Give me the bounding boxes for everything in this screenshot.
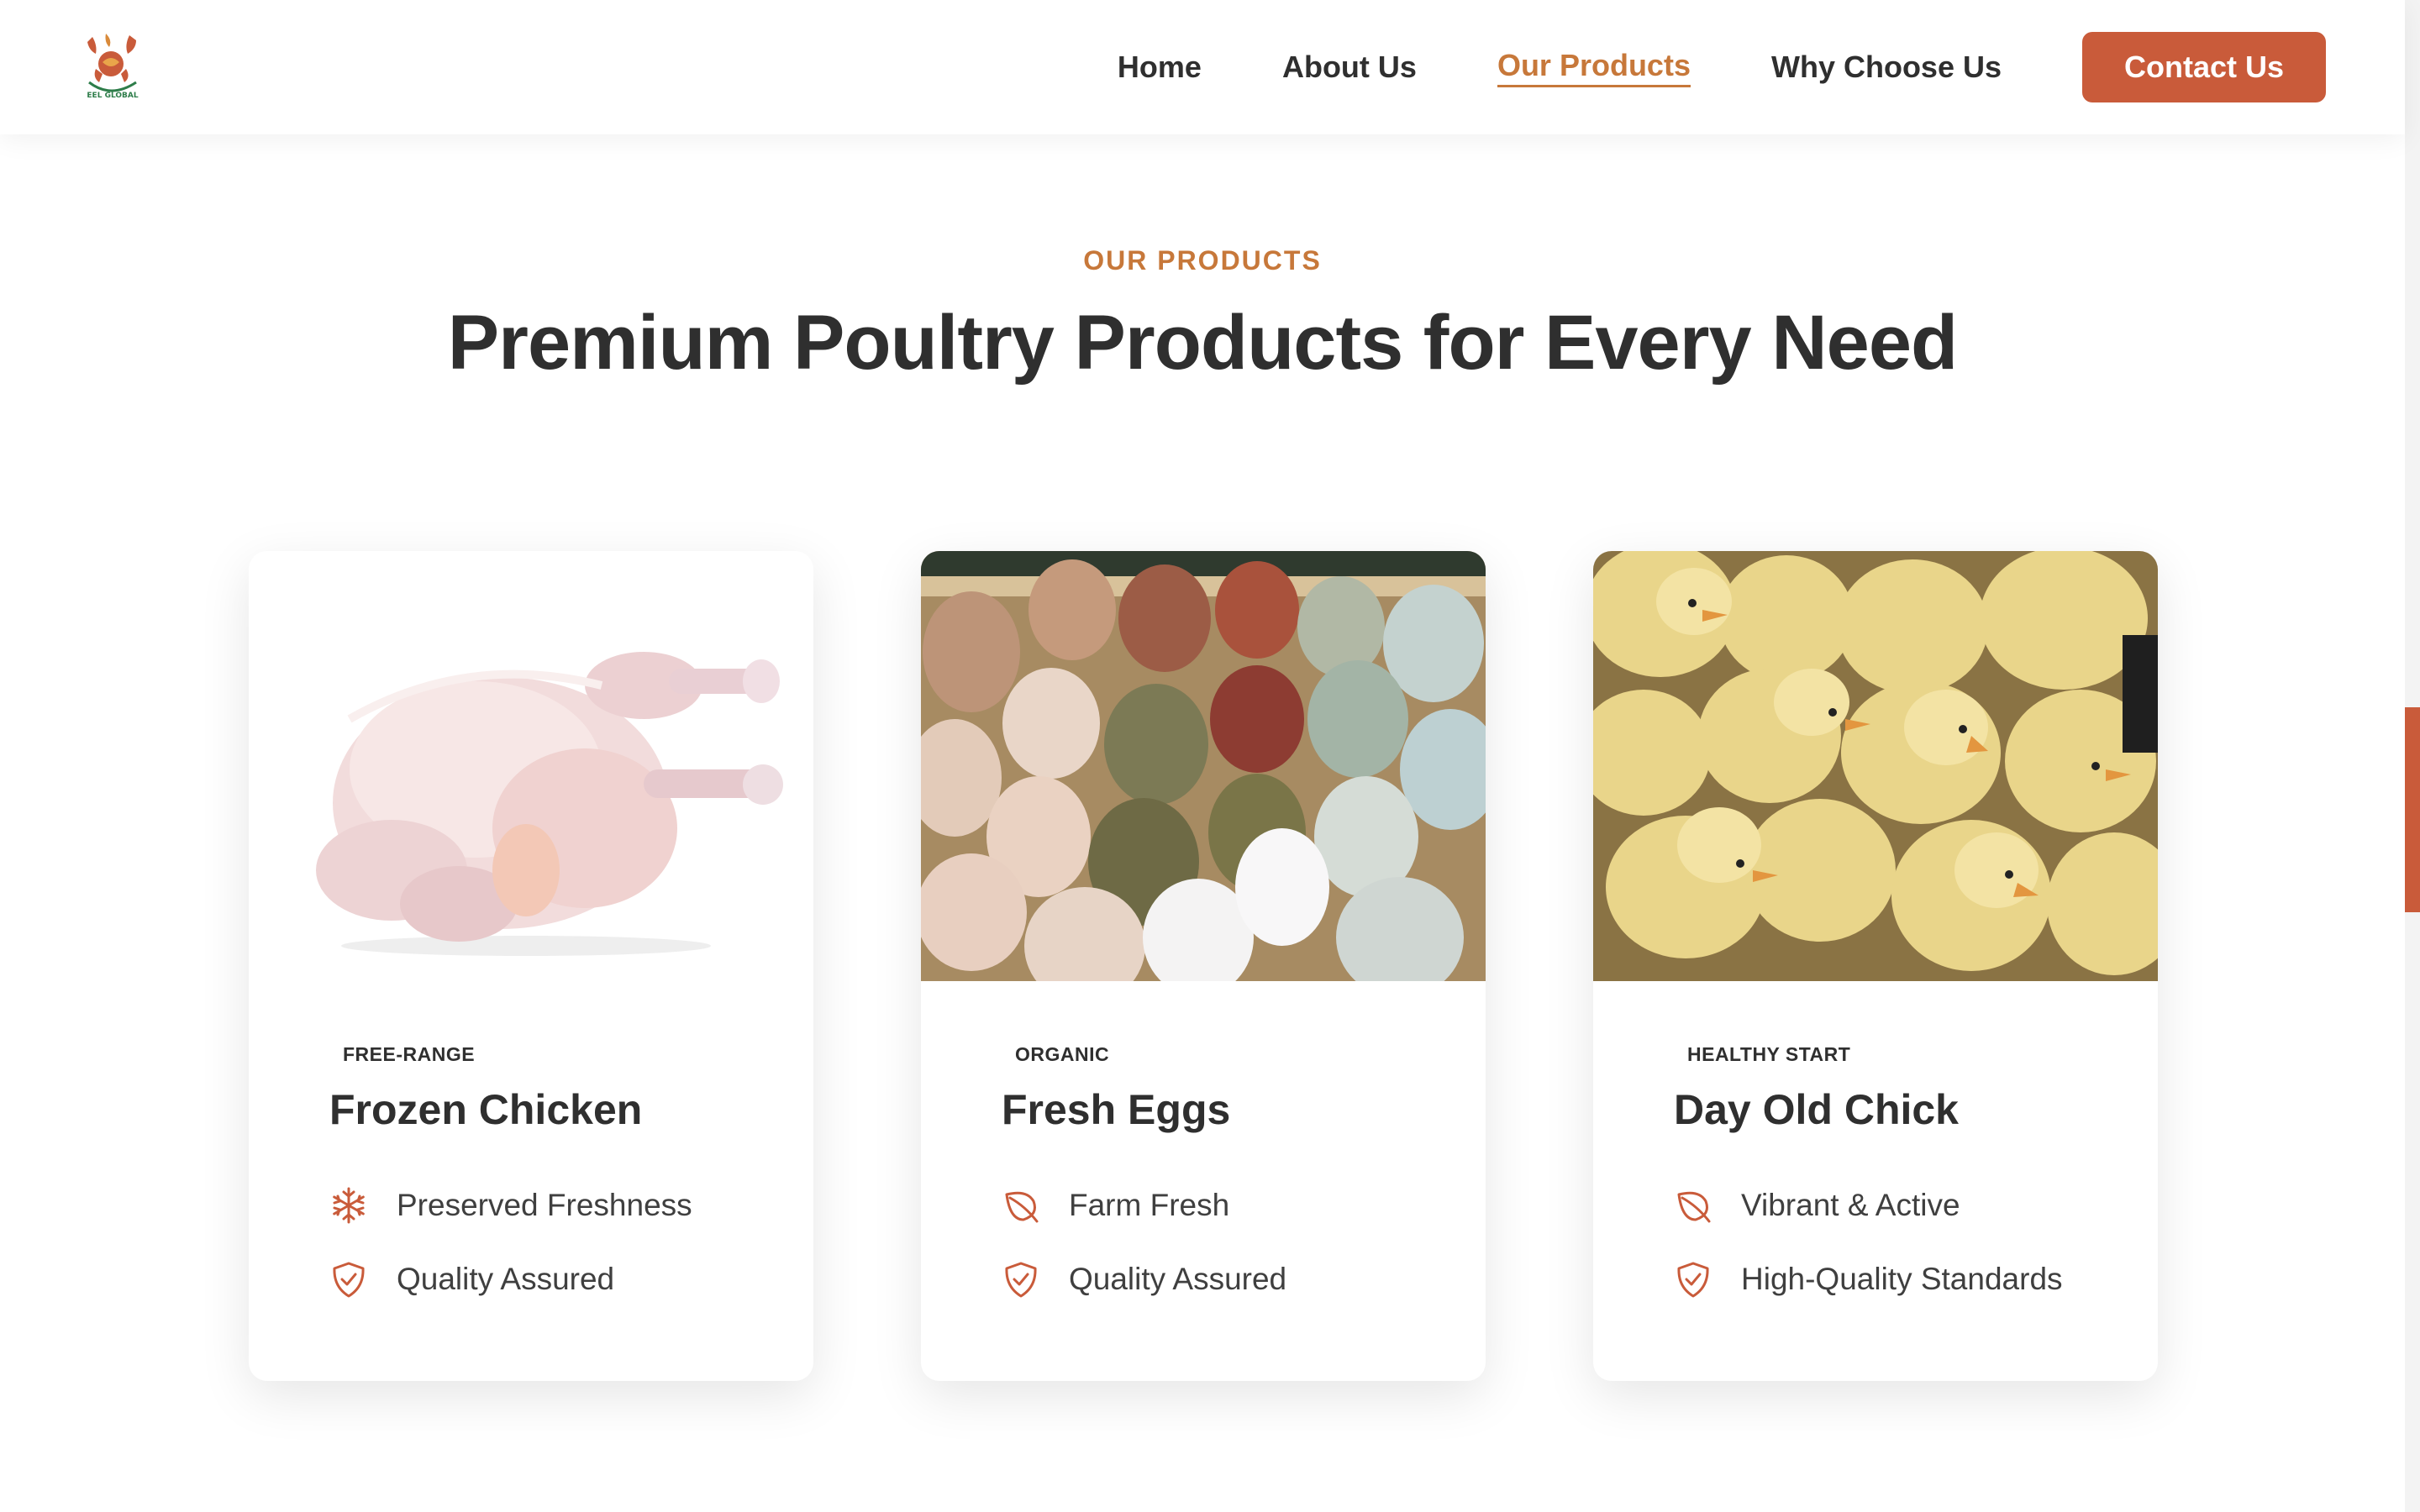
product-card-day-old-chick[interactable]: HEALTHY START Day Old Chick Vibrant & Ac… xyxy=(1593,551,2158,1381)
feature-text: High-Quality Standards xyxy=(1741,1262,2063,1296)
feature-text: Quality Assured xyxy=(397,1262,615,1296)
product-tag: ORGANIC xyxy=(1015,1043,1110,1065)
nav-why-choose-us[interactable]: Why Choose Us xyxy=(1771,50,2002,85)
shield-check-icon xyxy=(1005,1262,1037,1298)
feature-item: High-Quality Standards xyxy=(1674,1260,2063,1299)
feature-item: Quality Assured xyxy=(329,1260,614,1299)
main-nav: Home About Us Our Products Why Choose Us… xyxy=(1118,0,2405,134)
day-old-chick-image xyxy=(1593,551,2158,981)
nav-about[interactable]: About Us xyxy=(1282,50,1417,85)
fresh-eggs-image xyxy=(921,551,1486,981)
feature-text: Farm Fresh xyxy=(1069,1188,1230,1222)
feature-item: Vibrant & Active xyxy=(1674,1186,1960,1225)
nav-home[interactable]: Home xyxy=(1118,50,1202,85)
feature-item: Preserved Freshness xyxy=(329,1186,692,1225)
feature-text: Vibrant & Active xyxy=(1741,1188,1960,1222)
scrollbar-thumb[interactable] xyxy=(2405,707,2420,912)
product-tag: HEALTHY START xyxy=(1687,1043,1851,1065)
product-card-frozen-chicken[interactable]: FREE-RANGE Frozen Chicken Preserved Fres… xyxy=(249,551,813,1381)
section-eyebrow: OUR PRODUCTS xyxy=(1083,245,1322,276)
leaf-icon xyxy=(1677,1191,1711,1223)
feature-item: Quality Assured xyxy=(1002,1260,1286,1299)
site-header: EEL GLOBAL Home About Us Our Products Wh… xyxy=(0,0,2405,134)
leaf-icon xyxy=(1005,1191,1039,1223)
nav-products[interactable]: Our Products xyxy=(1497,48,1691,87)
site-logo[interactable]: EEL GLOBAL xyxy=(81,30,145,102)
product-title: Fresh Eggs xyxy=(1002,1086,1231,1133)
contact-button[interactable]: Contact Us xyxy=(2082,32,2326,102)
shield-check-icon xyxy=(1677,1262,1709,1298)
snowflake-icon xyxy=(333,1187,365,1224)
frozen-chicken-image xyxy=(249,551,813,981)
product-title: Day Old Chick xyxy=(1674,1086,1959,1133)
logo-icon: EEL GLOBAL xyxy=(87,34,139,100)
product-title: Frozen Chicken xyxy=(329,1086,643,1133)
product-card-fresh-eggs[interactable]: ORGANIC Fresh Eggs Farm Fresh Quality As… xyxy=(921,551,1486,1381)
feature-text: Quality Assured xyxy=(1069,1262,1287,1296)
feature-item: Farm Fresh xyxy=(1002,1186,1229,1225)
feature-text: Preserved Freshness xyxy=(397,1188,692,1222)
shield-check-icon xyxy=(333,1262,365,1298)
section-title: Premium Poultry Products for Every Need xyxy=(447,300,1958,386)
logo-text: EEL GLOBAL xyxy=(87,92,138,100)
product-tag: FREE-RANGE xyxy=(343,1043,476,1065)
